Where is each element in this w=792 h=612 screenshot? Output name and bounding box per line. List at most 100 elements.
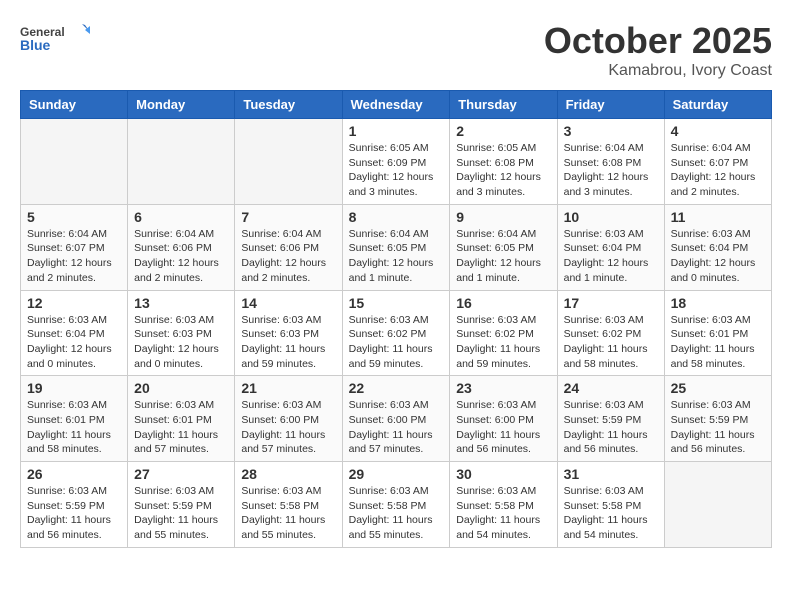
day-info: Sunrise: 6:03 AM Sunset: 6:00 PM Dayligh… [456,398,550,457]
weekday-header: Monday [128,91,235,119]
calendar-week-row: 1 Sunrise: 6:05 AM Sunset: 6:09 PM Daylig… [21,119,772,205]
day-number: 16 [456,295,550,311]
day-info: Sunrise: 6:03 AM Sunset: 6:04 PM Dayligh… [27,313,121,372]
day-number: 5 [27,209,121,225]
month-title: October 2025 [544,20,772,62]
day-number: 12 [27,295,121,311]
day-number: 31 [564,466,658,482]
calendar-cell: 5 Sunrise: 6:04 AM Sunset: 6:07 PM Daylig… [21,204,128,290]
day-number: 10 [564,209,658,225]
calendar-cell: 28 Sunrise: 6:03 AM Sunset: 5:58 PM Dayli… [235,462,342,548]
day-number: 25 [671,380,765,396]
calendar-cell: 22 Sunrise: 6:03 AM Sunset: 6:00 PM Dayli… [342,376,450,462]
calendar-cell: 21Sunrise: 6:03 AM Sunset: 6:00 PM Dayli… [235,376,342,462]
calendar-cell: 7 Sunrise: 6:04 AM Sunset: 6:06 PM Daylig… [235,204,342,290]
day-number: 20 [134,380,228,396]
calendar-cell: 29 Sunrise: 6:03 AM Sunset: 5:58 PM Dayli… [342,462,450,548]
logo: General Blue [20,20,90,60]
calendar-cell [21,119,128,205]
day-number: 29 [349,466,444,482]
day-info: Sunrise: 6:03 AM Sunset: 6:00 PM Dayligh… [349,398,444,457]
day-number: 11 [671,209,765,225]
calendar-cell: 31 Sunrise: 6:03 AM Sunset: 5:58 PM Dayli… [557,462,664,548]
weekday-header: Friday [557,91,664,119]
calendar-cell: 20 Sunrise: 6:03 AM Sunset: 6:01 PM Dayli… [128,376,235,462]
day-info: Sunrise: 6:03 AM Sunset: 6:01 PM Dayligh… [134,398,228,457]
day-info: Sunrise: 6:04 AM Sunset: 6:06 PM Dayligh… [241,227,335,286]
calendar-cell: 10 Sunrise: 6:03 AM Sunset: 6:04 PM Dayli… [557,204,664,290]
calendar-cell: 24 Sunrise: 6:03 AM Sunset: 5:59 PM Dayli… [557,376,664,462]
day-number: 30 [456,466,550,482]
calendar-cell: 18 Sunrise: 6:03 AM Sunset: 6:01 PM Dayli… [664,290,771,376]
generalblue-logo: General Blue [20,20,90,60]
svg-text:Blue: Blue [20,37,51,53]
day-info: Sunrise: 6:03 AM Sunset: 5:58 PM Dayligh… [349,484,444,543]
day-info: Sunrise: 6:04 AM Sunset: 6:05 PM Dayligh… [456,227,550,286]
day-info: Sunrise: 6:04 AM Sunset: 6:08 PM Dayligh… [564,141,658,200]
day-number: 7 [241,209,335,225]
calendar-week-row: 12 Sunrise: 6:03 AM Sunset: 6:04 PM Dayli… [21,290,772,376]
day-info: Sunrise: 6:03 AM Sunset: 6:00 PM Dayligh… [241,398,335,457]
title-area: October 2025 Kamabrou, Ivory Coast [544,20,772,80]
calendar-week-row: 26Sunrise: 6:03 AM Sunset: 5:59 PM Dayli… [21,462,772,548]
day-number: 9 [456,209,550,225]
calendar-cell [235,119,342,205]
day-number: 4 [671,123,765,139]
day-info: Sunrise: 6:05 AM Sunset: 6:08 PM Dayligh… [456,141,550,200]
calendar-cell: 19 Sunrise: 6:03 AM Sunset: 6:01 PM Dayli… [21,376,128,462]
calendar-cell: 17 Sunrise: 6:03 AM Sunset: 6:02 PM Dayli… [557,290,664,376]
weekday-header: Tuesday [235,91,342,119]
calendar-cell: 8Sunrise: 6:04 AM Sunset: 6:05 PM Daylig… [342,204,450,290]
day-number: 3 [564,123,658,139]
calendar-cell: 4Sunrise: 6:04 AM Sunset: 6:07 PM Daylig… [664,119,771,205]
day-info: Sunrise: 6:03 AM Sunset: 5:59 PM Dayligh… [671,398,765,457]
calendar-cell: 11 Sunrise: 6:03 AM Sunset: 6:04 PM Dayli… [664,204,771,290]
calendar-cell: 27Sunrise: 6:03 AM Sunset: 5:59 PM Dayli… [128,462,235,548]
calendar-week-row: 5 Sunrise: 6:04 AM Sunset: 6:07 PM Daylig… [21,204,772,290]
day-info: Sunrise: 6:03 AM Sunset: 6:01 PM Dayligh… [27,398,121,457]
day-info: Sunrise: 6:03 AM Sunset: 5:58 PM Dayligh… [241,484,335,543]
day-info: Sunrise: 6:03 AM Sunset: 5:58 PM Dayligh… [456,484,550,543]
location-subtitle: Kamabrou, Ivory Coast [544,62,772,80]
weekday-header: Thursday [450,91,557,119]
day-info: Sunrise: 6:03 AM Sunset: 5:59 PM Dayligh… [134,484,228,543]
day-info: Sunrise: 6:03 AM Sunset: 6:04 PM Dayligh… [671,227,765,286]
calendar-cell: 30 Sunrise: 6:03 AM Sunset: 5:58 PM Dayli… [450,462,557,548]
calendar-cell: 14 Sunrise: 6:03 AM Sunset: 6:03 PM Dayli… [235,290,342,376]
day-number: 13 [134,295,228,311]
calendar-cell: 2Sunrise: 6:05 AM Sunset: 6:08 PM Daylig… [450,119,557,205]
calendar-cell: 6Sunrise: 6:04 AM Sunset: 6:06 PM Daylig… [128,204,235,290]
day-number: 8 [349,209,444,225]
day-number: 14 [241,295,335,311]
calendar-cell: 13Sunrise: 6:03 AM Sunset: 6:03 PM Dayli… [128,290,235,376]
day-number: 24 [564,380,658,396]
day-number: 15 [349,295,444,311]
day-info: Sunrise: 6:05 AM Sunset: 6:09 PM Dayligh… [349,141,444,200]
day-number: 17 [564,295,658,311]
day-info: Sunrise: 6:03 AM Sunset: 6:01 PM Dayligh… [671,313,765,372]
day-info: Sunrise: 6:04 AM Sunset: 6:06 PM Dayligh… [134,227,228,286]
calendar-cell: 26Sunrise: 6:03 AM Sunset: 5:59 PM Dayli… [21,462,128,548]
calendar-cell: 12 Sunrise: 6:03 AM Sunset: 6:04 PM Dayli… [21,290,128,376]
day-info: Sunrise: 6:03 AM Sunset: 6:02 PM Dayligh… [564,313,658,372]
header: General Blue October 2025 Kamabrou, Ivor… [20,20,772,80]
day-info: Sunrise: 6:03 AM Sunset: 5:59 PM Dayligh… [27,484,121,543]
day-number: 18 [671,295,765,311]
calendar-cell [128,119,235,205]
day-info: Sunrise: 6:03 AM Sunset: 5:59 PM Dayligh… [564,398,658,457]
day-info: Sunrise: 6:03 AM Sunset: 5:58 PM Dayligh… [564,484,658,543]
day-info: Sunrise: 6:03 AM Sunset: 6:02 PM Dayligh… [349,313,444,372]
day-number: 28 [241,466,335,482]
day-number: 19 [27,380,121,396]
day-info: Sunrise: 6:03 AM Sunset: 6:04 PM Dayligh… [564,227,658,286]
day-number: 22 [349,380,444,396]
weekday-header: Saturday [664,91,771,119]
day-info: Sunrise: 6:03 AM Sunset: 6:03 PM Dayligh… [241,313,335,372]
day-number: 23 [456,380,550,396]
day-info: Sunrise: 6:03 AM Sunset: 6:02 PM Dayligh… [456,313,550,372]
calendar-table: SundayMondayTuesdayWednesdayThursdayFrid… [20,90,772,548]
weekday-header: Sunday [21,91,128,119]
day-number: 1 [349,123,444,139]
day-info: Sunrise: 6:04 AM Sunset: 6:07 PM Dayligh… [27,227,121,286]
calendar-cell: 9 Sunrise: 6:04 AM Sunset: 6:05 PM Daylig… [450,204,557,290]
